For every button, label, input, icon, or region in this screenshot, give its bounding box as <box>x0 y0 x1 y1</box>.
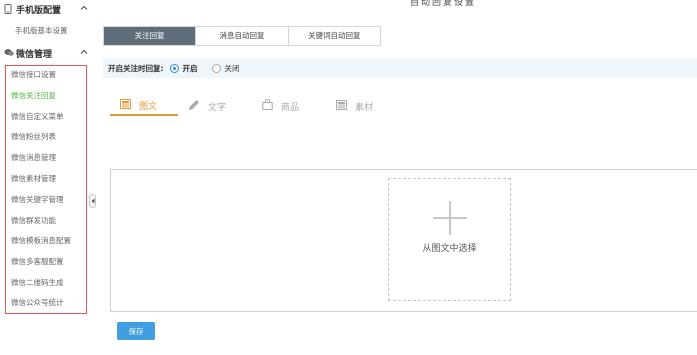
sidebar-section-wechat[interactable]: 微信管理 <box>0 44 96 62</box>
bag-icon <box>262 98 273 113</box>
follow-reply-setting: 开启关注时回复: 开启 关闭 <box>103 58 697 78</box>
content-type-tabs: 图文 文字 商品 素材 <box>110 96 400 118</box>
sidebar-item-fans-list[interactable]: 微信粉丝列表 <box>11 131 56 143</box>
content-area: 从图文中选择 <box>110 169 697 312</box>
pen-icon <box>188 99 200 114</box>
sidebar-item-custom-menu[interactable]: 微信自定义菜单 <box>11 111 64 123</box>
radio-unchecked-icon <box>211 63 221 73</box>
tab-keyword-auto-reply[interactable]: 关键词自动回复 <box>288 27 380 45</box>
radio-enable-label: 开启 <box>182 63 198 73</box>
content-type-goods-label: 商品 <box>281 102 300 113</box>
content-type-text[interactable]: 文字 <box>178 96 252 116</box>
sidebar-item-wechat-api[interactable]: 微信接口设置 <box>11 69 56 81</box>
content-type-image-text-label: 图文 <box>139 101 158 112</box>
follow-reply-label: 开启关注时回复: <box>108 63 164 73</box>
tab-follow-reply[interactable]: 关注回复 <box>104 27 197 45</box>
sidebar-item-materials[interactable]: 微信素材管理 <box>11 173 56 185</box>
sidebar-section-mobile-label: 手机版配置 <box>16 5 62 16</box>
sidebar-item-messages[interactable]: 微信消息管理 <box>11 152 56 164</box>
image-text-icon <box>120 98 131 112</box>
sidebar: 手机版配置 手机版基本设置 微信管理 微信接口设置 微信关注回复 微信自定义菜单… <box>0 0 96 355</box>
save-button[interactable]: 保存 <box>117 322 155 340</box>
plus-icon <box>432 201 467 235</box>
content-type-goods[interactable]: 商品 <box>252 96 326 116</box>
sidebar-section-mobile[interactable]: 手机版配置 <box>0 0 96 18</box>
chevron-up-icon[interactable] <box>80 4 88 12</box>
radio-disable[interactable]: 关闭 <box>211 63 240 74</box>
page-title: 自动回复设置 <box>410 0 477 8</box>
sidebar-item-qrcode[interactable]: 微信二维码生成 <box>11 277 64 289</box>
radio-enable[interactable]: 开启 <box>169 63 198 74</box>
reply-tabs: 关注回复 消息自动回复 关键词自动回复 <box>103 26 381 46</box>
picker-label: 从图文中选择 <box>422 244 477 254</box>
phone-icon <box>4 4 13 14</box>
material-icon <box>336 99 347 113</box>
content-type-material[interactable]: 素材 <box>326 96 400 116</box>
sidebar-item-mobile-basic[interactable]: 手机版基本设置 <box>15 25 68 36</box>
radio-disable-label: 关闭 <box>224 63 240 73</box>
wechat-icon <box>4 48 14 58</box>
content-type-material-label: 素材 <box>355 102 374 113</box>
sidebar-item-keywords[interactable]: 微信关键字管理 <box>11 194 64 206</box>
content-type-text-label: 文字 <box>208 102 227 113</box>
sidebar-item-statistics[interactable]: 微信公众号统计 <box>11 297 64 309</box>
sidebar-item-template-msg[interactable]: 微信模板消息配置 <box>11 235 71 247</box>
sidebar-item-mass-send[interactable]: 微信群发功能 <box>11 215 56 227</box>
content-type-image-text[interactable]: 图文 <box>110 96 178 116</box>
select-from-image-text-button[interactable]: 从图文中选择 <box>388 178 511 301</box>
tab-message-auto-reply[interactable]: 消息自动回复 <box>196 27 289 45</box>
chevron-left-icon <box>91 198 94 204</box>
chevron-up-icon[interactable] <box>80 48 88 56</box>
sidebar-item-customer-service[interactable]: 微信多客服配置 <box>11 256 64 268</box>
radio-checked-icon <box>169 63 179 73</box>
sidebar-item-follow-reply[interactable]: 微信关注回复 <box>11 90 56 102</box>
sidebar-section-wechat-label: 微信管理 <box>16 49 53 60</box>
sidebar-collapse-handle[interactable] <box>89 194 96 208</box>
